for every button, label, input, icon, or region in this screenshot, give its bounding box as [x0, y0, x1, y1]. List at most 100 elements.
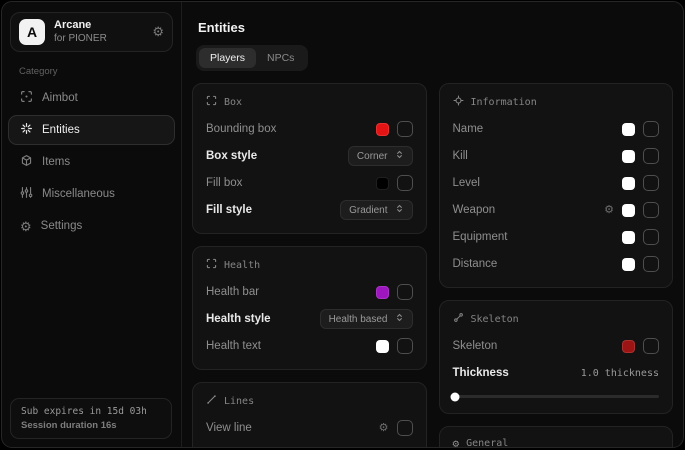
color-swatch[interactable]: [376, 340, 389, 353]
setting-row-bounding-box: Bounding box: [206, 118, 413, 140]
info-crosshair-icon: [453, 95, 464, 109]
setting-row-view-line: View line ⚙: [206, 417, 413, 439]
sidebar-item-label: Settings: [41, 220, 83, 232]
setting-row-equipment: Equipment: [453, 226, 660, 248]
color-swatch[interactable]: [622, 150, 635, 163]
color-swatch[interactable]: [376, 123, 389, 136]
color-swatch[interactable]: [622, 340, 635, 353]
chevron-up-down-icon: [395, 150, 404, 162]
fill-style-dropdown[interactable]: Gradient: [340, 200, 412, 220]
app-subtitle: for PIONER: [54, 33, 143, 46]
color-swatch[interactable]: [622, 258, 635, 271]
sidebar-item-miscellaneous[interactable]: Miscellaneous: [8, 179, 175, 209]
setting-row-box-style: Box style Corner: [206, 145, 413, 167]
health-bar-checkbox[interactable]: [397, 284, 413, 300]
color-swatch[interactable]: [376, 177, 389, 190]
line-icon: [206, 394, 217, 408]
health-icon: [206, 258, 217, 272]
color-swatch[interactable]: [376, 286, 389, 299]
page-title: Entities: [198, 20, 673, 35]
gear-icon[interactable]: ⚙: [604, 205, 614, 216]
color-swatch[interactable]: [622, 231, 635, 244]
sidebar-item-label: Entities: [42, 124, 80, 136]
setting-row-skeleton: Skeleton: [453, 335, 660, 357]
card-skeleton: Skeleton Skeleton Thickness 1.0 thicknes…: [439, 300, 674, 414]
sidebar-item-label: Miscellaneous: [42, 188, 115, 200]
view-line-checkbox[interactable]: [397, 420, 413, 436]
card-title: Skeleton: [471, 314, 519, 325]
equipment-checkbox[interactable]: [643, 229, 659, 245]
card-lines: Lines View line ⚙ Line to enemy ⚙: [192, 382, 427, 447]
sidebar: A Arcane for PIONER ⚙ Category Aimbot En…: [2, 2, 182, 447]
card-title: General: [466, 438, 508, 447]
entity-tabbar: Players NPCs: [196, 45, 308, 71]
sidebar-item-label: Items: [42, 156, 70, 168]
color-swatch[interactable]: [622, 123, 635, 136]
setting-row-distance: Distance: [453, 253, 660, 275]
gear-icon: ⚙: [453, 438, 460, 447]
gear-icon[interactable]: ⚙: [379, 423, 389, 434]
tab-npcs[interactable]: NPCs: [256, 48, 305, 68]
bounding-box-checkbox[interactable]: [397, 121, 413, 137]
sidebar-item-entities[interactable]: Entities: [8, 115, 175, 145]
card-title: Health: [224, 260, 260, 271]
session-duration-text: Session duration 16s: [21, 420, 161, 431]
setting-row-level: Level: [453, 172, 660, 194]
app-header: A Arcane for PIONER ⚙: [10, 12, 173, 52]
setting-row-kill: Kill: [453, 145, 660, 167]
card-box: Box Bounding box Box style Corner: [192, 83, 427, 234]
sidebar-item-items[interactable]: Items: [8, 147, 175, 177]
health-style-dropdown[interactable]: Health based: [320, 309, 413, 329]
sub-expiry-text: Sub expires in 15d 03h: [21, 406, 161, 417]
setting-row-name: Name: [453, 118, 660, 140]
setting-row-thickness: Thickness 1.0 thickness: [453, 362, 660, 384]
chevron-up-down-icon: [395, 204, 404, 216]
sliders-icon: [20, 186, 33, 202]
distance-checkbox[interactable]: [643, 256, 659, 272]
app-name: Arcane: [54, 19, 143, 33]
sidebar-item-aimbot[interactable]: Aimbot: [8, 83, 175, 113]
setting-row-health-bar: Health bar: [206, 281, 413, 303]
card-title: Information: [471, 97, 537, 108]
sidebar-item-settings[interactable]: ⚙ Settings: [8, 211, 175, 241]
setting-row-fill-box: Fill box: [206, 172, 413, 194]
main-content: Entities Players NPCs Box Bounding box: [182, 2, 683, 447]
chevron-up-down-icon: [395, 313, 404, 325]
slider-handle[interactable]: [450, 392, 459, 401]
thickness-value: 1.0 thickness: [581, 368, 659, 379]
card-general: ⚙ General Visibility check ⚙ Max distanc…: [439, 426, 674, 447]
setting-row-weapon: Weapon ⚙: [453, 199, 660, 221]
entities-icon: [20, 122, 33, 138]
tab-players[interactable]: Players: [199, 48, 256, 68]
name-checkbox[interactable]: [643, 121, 659, 137]
cube-icon: [20, 154, 33, 170]
subscription-info: Sub expires in 15d 03h Session duration …: [10, 398, 172, 439]
gear-icon[interactable]: ⚙: [152, 24, 164, 40]
card-health: Health Health bar Health style Health ba…: [192, 246, 427, 370]
app-logo: A: [19, 19, 45, 45]
crosshair-icon: [20, 90, 33, 106]
skeleton-checkbox[interactable]: [643, 338, 659, 354]
app-window: A Arcane for PIONER ⚙ Category Aimbot En…: [1, 1, 684, 448]
bone-icon: [453, 312, 464, 326]
color-swatch[interactable]: [622, 177, 635, 190]
category-label: Category: [19, 66, 181, 77]
sidebar-item-label: Aimbot: [42, 92, 78, 104]
card-information: Information Name Kill: [439, 83, 674, 288]
setting-row-health-text: Health text: [206, 335, 413, 357]
card-title: Lines: [224, 396, 254, 407]
thickness-slider[interactable]: [453, 395, 660, 398]
box-style-dropdown[interactable]: Corner: [348, 146, 413, 166]
setting-row-fill-style: Fill style Gradient: [206, 199, 413, 221]
kill-checkbox[interactable]: [643, 148, 659, 164]
box-icon: [206, 95, 217, 109]
health-text-checkbox[interactable]: [397, 338, 413, 354]
level-checkbox[interactable]: [643, 175, 659, 191]
color-swatch[interactable]: [622, 204, 635, 217]
gear-icon: ⚙: [20, 220, 32, 233]
setting-row-health-style: Health style Health based: [206, 308, 413, 330]
weapon-checkbox[interactable]: [643, 202, 659, 218]
card-title: Box: [224, 97, 242, 108]
setting-row-line-to-enemy: Line to enemy ⚙: [206, 444, 413, 447]
fill-box-checkbox[interactable]: [397, 175, 413, 191]
